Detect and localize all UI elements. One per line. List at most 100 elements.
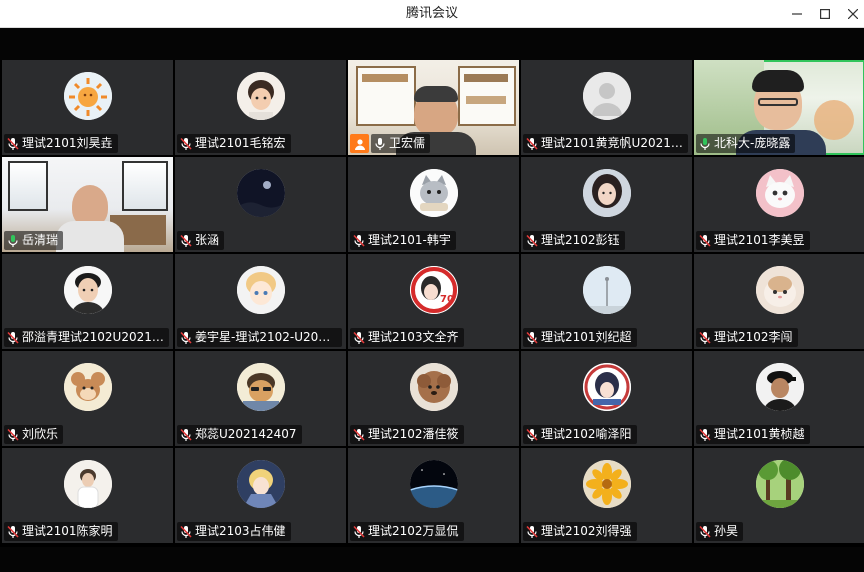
participant-tile[interactable]: 郑蕊U202142407 — [175, 351, 346, 446]
person-hair — [752, 70, 804, 92]
participant-name: 理试2102彭钰 — [541, 233, 620, 247]
participant-tile[interactable]: 姜宇星-理试2102-U202… — [175, 254, 346, 349]
title-bar: 腾讯会议 — [0, 0, 864, 28]
participant-name: 郑蕊U202142407 — [195, 427, 297, 441]
participant-tile[interactable]: 理试2102刘得强 — [521, 448, 692, 543]
night-sky-icon — [236, 169, 285, 217]
participant-tile[interactable]: 理试2101刘昊垚 — [2, 60, 173, 155]
woman-photo-icon — [582, 169, 631, 217]
mic-muted-icon — [180, 428, 192, 441]
window-view — [8, 161, 48, 211]
close-button[interactable] — [838, 0, 864, 28]
anime-girl-icon — [582, 363, 631, 411]
books — [362, 74, 408, 82]
participant-tile[interactable]: 理试2102万显侃 — [348, 448, 519, 543]
participant-name: 理试2101李美昱 — [714, 233, 805, 247]
mic-muted-icon — [7, 137, 19, 150]
participant-name: 理试2101刘纪超 — [541, 330, 632, 344]
mic-muted-icon — [699, 525, 711, 538]
white-cat-icon — [755, 169, 804, 217]
participant-name: 卫宏儒 — [389, 136, 426, 150]
participant-name: 理试2101黄竞帆U2021… — [541, 136, 683, 150]
mic-muted-icon — [7, 525, 19, 538]
participant-name-tag: 邵溢青理试2102U2021… — [4, 328, 169, 347]
participant-name-tag: 姜宇星-理试2102-U202… — [177, 328, 342, 347]
mic-muted-icon — [353, 331, 365, 344]
participant-tile[interactable]: 理试2101黄竞帆U2021… — [521, 60, 692, 155]
mic-muted-icon — [699, 331, 711, 344]
participant-tile[interactable]: 70 理试2103文全齐 — [348, 254, 519, 349]
participant-name: 理试2103占伟健 — [195, 524, 286, 538]
person-hair — [414, 86, 458, 102]
participant-tile[interactable]: 理试2101毛铭宏 — [175, 60, 346, 155]
participant-name-tag: 理试2101-韩宇 — [350, 231, 456, 250]
person-white-icon — [63, 460, 112, 508]
mic-muted-icon — [353, 525, 365, 538]
maximize-button[interactable] — [810, 0, 840, 28]
participant-name: 理试2101毛铭宏 — [195, 136, 286, 150]
participant-name: 理试2101陈家明 — [22, 524, 113, 538]
participant-video-tile[interactable]: 北科大-庞晓露 — [694, 60, 864, 155]
window-title: 腾讯会议 — [405, 6, 458, 21]
participant-tile[interactable]: 理试2101刘纪超 — [521, 254, 692, 349]
participant-name: 张涵 — [195, 233, 220, 247]
participant-video-tile[interactable]: 卫宏儒 — [348, 60, 519, 155]
participant-name-tag: 理试2101黄桢越 — [696, 425, 810, 444]
participant-name: 理试2102李闯 — [714, 330, 793, 344]
cat-photo-icon — [755, 266, 804, 314]
participant-name-tag: 理试2101刘纪超 — [523, 328, 637, 347]
participant-name: 刘欣乐 — [22, 427, 59, 441]
participant-name-tag: 理试2101刘昊垚 — [4, 134, 118, 153]
participant-name: 理试2101刘昊垚 — [22, 136, 113, 150]
user-icon — [354, 138, 365, 150]
books — [464, 74, 508, 82]
person-body — [56, 221, 124, 252]
participant-name-tag: 卫宏儒 — [371, 134, 431, 153]
minimize-icon — [792, 13, 802, 15]
minimize-button[interactable] — [782, 0, 812, 28]
participant-tile[interactable]: 理试2101李美昱 — [694, 157, 864, 252]
participant-tile[interactable]: 理试2102李闯 — [694, 254, 864, 349]
participant-tile[interactable]: 理试2102潘佳筱 — [348, 351, 519, 446]
participant-tile[interactable]: 理试2101陈家明 — [2, 448, 173, 543]
meeting-window: 腾讯会议 理试2101刘昊垚 理试2101毛铭宏 卫宏儒 理试2101黄竞帆U2… — [0, 0, 864, 572]
mic-active-icon — [700, 137, 710, 150]
mic-muted-icon — [526, 137, 538, 150]
participant-tile[interactable]: 理试2103占伟健 — [175, 448, 346, 543]
participant-name-tag: 理试2101黄竞帆U2021… — [523, 134, 688, 153]
poodle-icon — [409, 363, 458, 411]
mic-muted-icon — [7, 331, 19, 344]
mic-muted-icon — [526, 525, 538, 538]
participant-video-tile[interactable]: 岳清瑞 — [2, 157, 173, 252]
default-user-icon — [582, 72, 631, 120]
participant-tile[interactable]: 刘欣乐 — [2, 351, 173, 446]
participant-name: 理试2102万显侃 — [368, 524, 459, 538]
man-cap-icon — [755, 363, 804, 411]
mic-muted-icon — [699, 428, 711, 441]
participant-tile[interactable]: 理试2101黄桢越 — [694, 351, 864, 446]
participant-name: 岳清瑞 — [22, 233, 59, 247]
man-photo-icon — [63, 266, 112, 314]
participant-name-tag: 北科大-庞晓露 — [696, 134, 796, 153]
participant-tile[interactable]: 理试2102彭钰 — [521, 157, 692, 252]
host-badge — [350, 134, 369, 153]
participant-name-tag: 张涵 — [177, 231, 225, 250]
cartoon-bear-icon — [236, 363, 285, 411]
anime-boy-icon — [236, 266, 285, 314]
mic-muted-icon — [353, 234, 365, 247]
participant-name-tag: 理试2102刘得强 — [523, 522, 637, 541]
participant-name-tag: 理试2102万显侃 — [350, 522, 464, 541]
mic-muted-icon — [353, 428, 365, 441]
participant-tile[interactable]: 理试2101-韩宇 — [348, 157, 519, 252]
participant-name: 孙昊 — [714, 524, 739, 538]
books — [466, 96, 506, 104]
participant-tile[interactable]: 邵溢青理试2102U2021… — [2, 254, 173, 349]
mic-muted-icon — [180, 525, 192, 538]
participant-name-tag: 理试2102潘佳筱 — [350, 425, 464, 444]
participant-name-tag: 郑蕊U202142407 — [177, 425, 302, 444]
participant-name-tag: 理试2102彭钰 — [523, 231, 625, 250]
sky-photo-icon — [582, 266, 631, 314]
participant-tile[interactable]: 张涵 — [175, 157, 346, 252]
participant-tile[interactable]: 理试2102喻泽阳 — [521, 351, 692, 446]
participant-tile[interactable]: 孙昊 — [694, 448, 864, 543]
